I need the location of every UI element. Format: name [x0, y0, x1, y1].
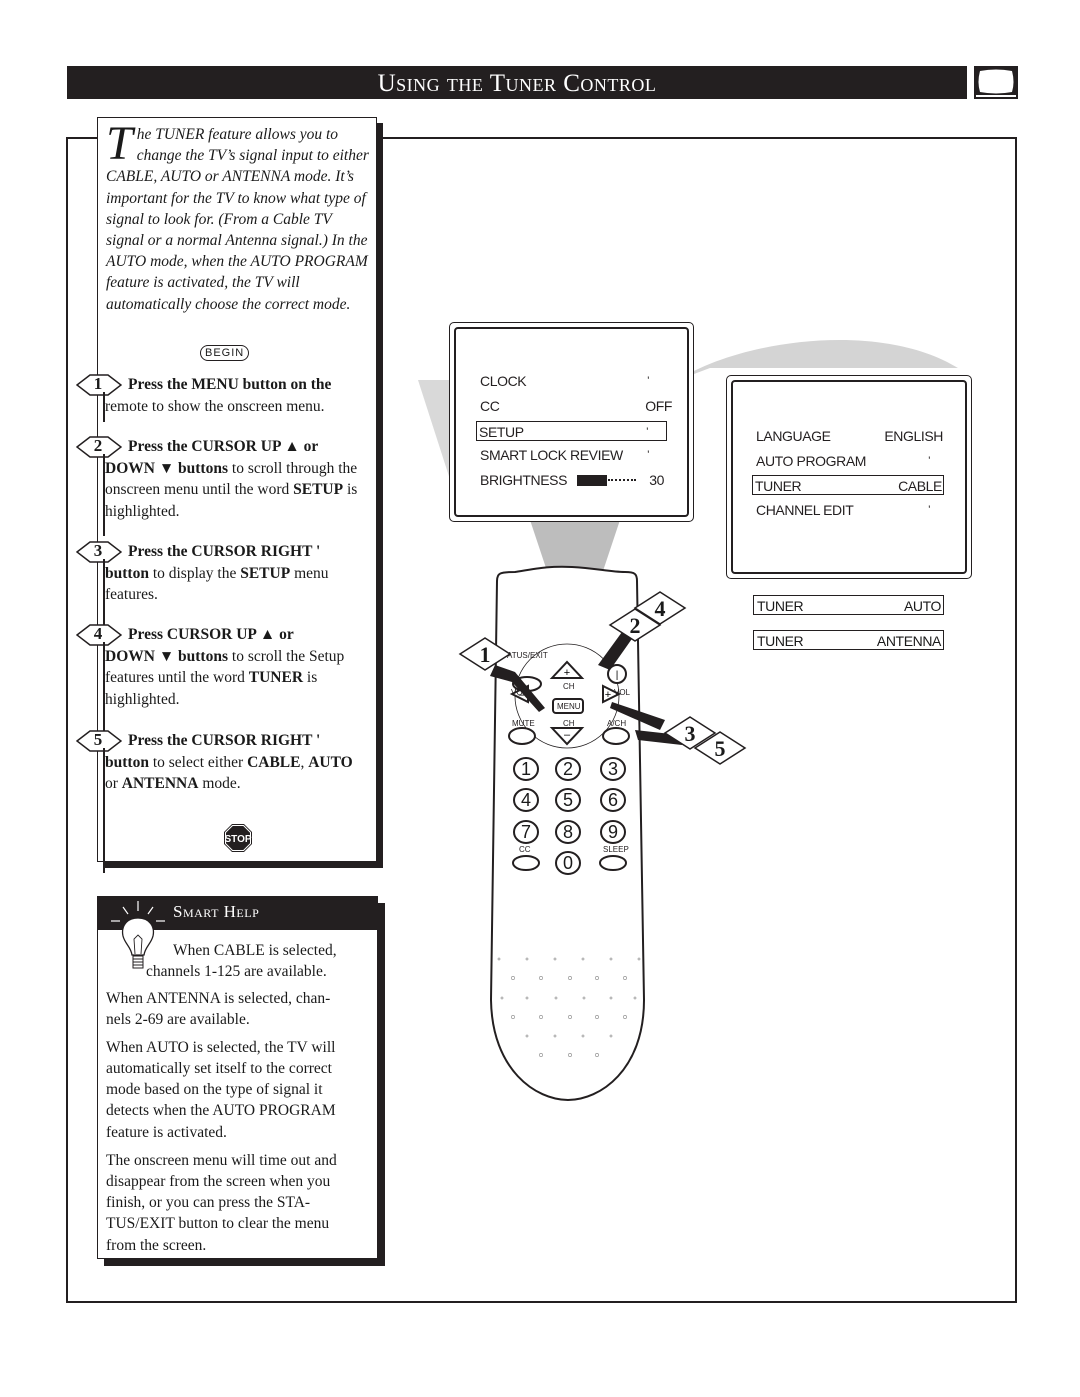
- step-body: button to display the SETUP menu feature…: [105, 564, 329, 604]
- help-line: finish, or you can press the STA-: [106, 1194, 311, 1211]
- key-5-label[interactable]: 5: [554, 788, 582, 812]
- stop-sign-icon: STOP: [224, 824, 252, 852]
- frame-edge: [383, 137, 1017, 139]
- setup-item-channel-edit[interactable]: CHANNEL EDIT ': [753, 500, 946, 520]
- svg-text:+: +: [564, 667, 570, 679]
- step-number-marker: 1: [76, 374, 122, 396]
- tuner-option-auto: TUNER AUTO: [753, 595, 944, 615]
- ch-up-label: CH: [563, 682, 575, 691]
- help-line: channels 1-125 are available.: [146, 963, 327, 980]
- help-line: feature is activated.: [106, 1124, 227, 1141]
- menu-button-label[interactable]: MENU: [557, 702, 581, 711]
- tv-icon: [974, 66, 1018, 99]
- setup-item-language[interactable]: LANGUAGE ENGLISH: [753, 426, 946, 446]
- alt-channel-button: [602, 727, 630, 745]
- step-heading: Press CURSOR UP ▲ or: [128, 626, 294, 643]
- help-line: disappear from the screen when you: [106, 1173, 331, 1190]
- intro-dropcap: T: [106, 117, 133, 170]
- step-number-marker: 5: [76, 730, 122, 752]
- steps-box: The TUNER feature allows you to change t…: [76, 117, 377, 873]
- help-line: detects when the AUTO PROGRAM: [106, 1102, 336, 1119]
- smart-help-title: Smart Help: [173, 902, 260, 921]
- key-6-label[interactable]: 6: [599, 788, 627, 812]
- intro-paragraph: The TUNER feature allows you to change t…: [106, 117, 372, 315]
- intro-text: he TUNER feature allows you to change th…: [106, 126, 369, 313]
- step-number-marker: 3: [76, 541, 122, 563]
- step-number-marker: 2: [76, 436, 122, 458]
- key-8-label[interactable]: 8: [554, 820, 582, 844]
- tuner-option-antenna: TUNER ANTENNA: [753, 630, 944, 650]
- key-9-label[interactable]: 9: [599, 820, 627, 844]
- smart-help-box: Smart Help When CABLE is selected, chann…: [97, 896, 378, 1259]
- sleep-button: [599, 855, 627, 871]
- help-line: When AUTO is selected, the TV will: [106, 1039, 336, 1056]
- page-title: Using the Tuner Control: [377, 70, 657, 97]
- marker-3-label: 3: [684, 721, 696, 746]
- marker-4-label: 4: [654, 596, 666, 621]
- step-body: remote to show the onscreen menu.: [105, 397, 325, 415]
- mute-label: MUTE: [512, 719, 535, 728]
- vol-left-label: VO: [511, 688, 523, 697]
- key-7-label[interactable]: 7: [512, 820, 540, 844]
- marker-1-label: 1: [479, 642, 491, 667]
- key-0-label[interactable]: 0: [554, 851, 582, 875]
- help-line: from the screen.: [106, 1237, 207, 1254]
- step-heading: Press the CURSOR UP ▲ or: [128, 438, 319, 455]
- marker-5-label: 5: [714, 736, 726, 761]
- cc-label: CC: [519, 845, 531, 854]
- help-line: TUS/EXIT button to clear the menu: [106, 1215, 330, 1232]
- help-line: When CABLE is selected,: [173, 942, 337, 959]
- status-exit-label: ATUS/EXIT: [507, 651, 548, 660]
- setup-item-tuner[interactable]: TUNER CABLE: [752, 475, 944, 495]
- help-line: automatically set itself to the correct: [106, 1060, 332, 1077]
- ach-label: A/CH: [607, 719, 627, 728]
- frame-edge: [66, 137, 98, 139]
- cc-button: [512, 855, 540, 871]
- step-body: DOWN ▼ buttons to scroll the Setup featu…: [105, 647, 345, 708]
- page-title-bar: Using the Tuner Control: [67, 66, 967, 99]
- help-line: mode based on the type of signal it: [106, 1081, 323, 1098]
- step-heading: Press the MENU button: [128, 376, 287, 393]
- sleep-label: SLEEP: [603, 845, 629, 854]
- step-body: DOWN ▼ buttons to scroll through the ons…: [105, 459, 358, 520]
- step-number-marker: 4: [76, 624, 122, 646]
- ch-down-label: CH: [563, 719, 575, 728]
- key-2-label[interactable]: 2: [554, 757, 582, 781]
- svg-text:|: |: [616, 670, 619, 681]
- setup-item-auto-program[interactable]: AUTO PROGRAM ': [753, 451, 946, 471]
- step-heading: Press the CURSOR RIGHT ': [128, 543, 321, 560]
- key-1-label[interactable]: 1: [512, 757, 540, 781]
- vol-right-label: VOL: [614, 688, 631, 697]
- key-4-label[interactable]: 4: [512, 788, 540, 812]
- step-heading: Press the CURSOR RIGHT ': [128, 732, 321, 749]
- step-body: button to select either CABLE, AUTO or A…: [105, 753, 353, 793]
- svg-text:STOP: STOP: [224, 834, 251, 845]
- marker-2-label: 2: [629, 613, 641, 638]
- help-line: nels 2-69 are available.: [106, 1011, 250, 1028]
- help-line: The onscreen menu will time out and: [106, 1152, 337, 1169]
- svg-text:+: +: [605, 689, 611, 701]
- mute-button: [508, 727, 536, 745]
- begin-badge: BEGIN: [200, 345, 250, 361]
- svg-text:–: –: [564, 729, 571, 741]
- help-line: When ANTENNA is selected, chan-: [106, 990, 331, 1007]
- remote-control: | + – + –: [458, 565, 747, 1102]
- key-3-label[interactable]: 3: [599, 757, 627, 781]
